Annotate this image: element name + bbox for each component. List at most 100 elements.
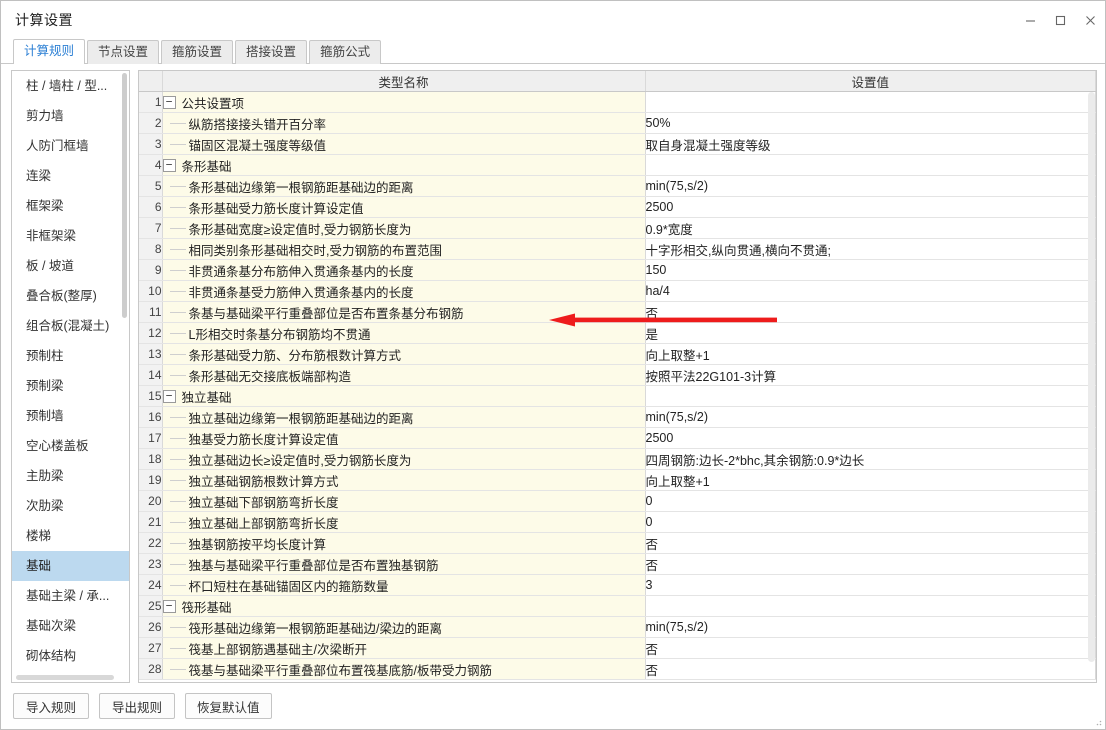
row-type-name-cell[interactable]: 条形基础边缘第一根钢筋距基础边的距离: [162, 175, 646, 197]
row-value-cell[interactable]: 0: [645, 511, 1096, 533]
sidebar-vertical-scrollbar[interactable]: [122, 73, 127, 318]
collapse-toggle-icon[interactable]: −: [162, 389, 176, 403]
import-rules-button[interactable]: 导入规则: [13, 693, 89, 719]
row-type-name-cell[interactable]: 独立基础下部钢筋弯折长度: [162, 490, 646, 512]
table-row[interactable]: 19 独立基础钢筋根数计算方式 向上取整+1: [139, 469, 1096, 491]
table-row[interactable]: 4− 条形基础: [139, 154, 1096, 176]
row-value-cell[interactable]: 3: [645, 574, 1096, 596]
table-row[interactable]: 23 独基与基础梁平行重叠部位是否布置独基钢筋 否: [139, 553, 1096, 575]
row-value-cell[interactable]: 2500: [645, 427, 1096, 449]
row-value-cell[interactable]: 2500: [645, 196, 1096, 218]
table-row[interactable]: 9 非贯通条基分布筋伸入贯通条基内的长度 150: [139, 259, 1096, 281]
sidebar-item-12[interactable]: 空心楼盖板: [12, 431, 129, 461]
row-type-name-cell[interactable]: 非贯通条基分布筋伸入贯通条基内的长度: [162, 259, 646, 281]
row-type-name-cell[interactable]: − 条形基础: [162, 154, 646, 176]
row-value-cell[interactable]: 否: [645, 301, 1096, 323]
export-rules-button[interactable]: 导出规则: [99, 693, 175, 719]
tab-0[interactable]: 计算规则: [13, 39, 86, 64]
table-row[interactable]: 3 锚固区混凝土强度等级值 取自身混凝土强度等级: [139, 133, 1096, 155]
table-row[interactable]: 18 独立基础边长≥设定值时,受力钢筋长度为 四周钢筋:边长-2*bhc,其余钢筋:…: [139, 448, 1096, 470]
table-row[interactable]: 27 筏基上部钢筋遇基础主/次梁断开 否: [139, 637, 1096, 659]
sidebar-horizontal-scrollbar[interactable]: [16, 675, 114, 680]
sidebar-item-14[interactable]: 次肋梁: [12, 491, 129, 521]
row-value-cell[interactable]: 150: [645, 259, 1096, 281]
row-value-cell[interactable]: 四周钢筋:边长-2*bhc,其余钢筋:0.9*边长: [645, 448, 1096, 470]
tab-1[interactable]: 节点设置: [87, 40, 160, 64]
row-type-name-cell[interactable]: 条基与基础梁平行重叠部位是否布置条基分布钢筋: [162, 301, 646, 323]
row-type-name-cell[interactable]: 条形基础受力筋长度计算设定值: [162, 196, 646, 218]
row-value-cell[interactable]: 否: [645, 553, 1096, 575]
row-type-name-cell[interactable]: 非贯通条基受力筋伸入贯通条基内的长度: [162, 280, 646, 302]
table-row[interactable]: 6 条形基础受力筋长度计算设定值 2500: [139, 196, 1096, 218]
sidebar-item-16[interactable]: 基础: [12, 551, 129, 581]
row-value-cell[interactable]: 否: [645, 637, 1096, 659]
sidebar-item-10[interactable]: 预制梁: [12, 371, 129, 401]
row-type-name-cell[interactable]: 条形基础无交接底板端部构造: [162, 364, 646, 386]
table-row[interactable]: 20 独立基础下部钢筋弯折长度 0: [139, 490, 1096, 512]
sidebar-item-11[interactable]: 预制墙: [12, 401, 129, 431]
row-value-cell[interactable]: ha/4: [645, 280, 1096, 302]
row-type-name-cell[interactable]: − 筏形基础: [162, 595, 646, 617]
maximize-icon[interactable]: [1045, 1, 1075, 39]
row-type-name-cell[interactable]: 筏基与基础梁平行重叠部位布置筏基底筋/板带受力钢筋: [162, 658, 646, 680]
row-value-cell[interactable]: [645, 154, 1096, 176]
sidebar-item-15[interactable]: 楼梯: [12, 521, 129, 551]
row-type-name-cell[interactable]: 独基钢筋按平均长度计算: [162, 532, 646, 554]
row-value-cell[interactable]: min(75,s/2): [645, 175, 1096, 197]
table-row[interactable]: 17 独基受力筋长度计算设定值 2500: [139, 427, 1096, 449]
tab-2[interactable]: 箍筋设置: [161, 40, 234, 64]
table-row[interactable]: 25− 筏形基础: [139, 595, 1096, 617]
row-type-name-cell[interactable]: 纵筋搭接接头错开百分率: [162, 112, 646, 134]
row-type-name-cell[interactable]: 独立基础边缘第一根钢筋距基础边的距离: [162, 406, 646, 428]
row-type-name-cell[interactable]: 独立基础钢筋根数计算方式: [162, 469, 646, 491]
table-row[interactable]: 16 独立基础边缘第一根钢筋距基础边的距离 min(75,s/2): [139, 406, 1096, 428]
sidebar-item-1[interactable]: 剪力墙: [12, 101, 129, 131]
row-type-name-cell[interactable]: 杯口短柱在基础锚固区内的箍筋数量: [162, 574, 646, 596]
row-value-cell[interactable]: 按照平法22G101-3计算: [645, 364, 1096, 386]
table-row[interactable]: 13 条形基础受力筋、分布筋根数计算方式 向上取整+1: [139, 343, 1096, 365]
row-value-cell[interactable]: [645, 595, 1096, 617]
table-row[interactable]: 15− 独立基础: [139, 385, 1096, 407]
sidebar-item-3[interactable]: 连梁: [12, 161, 129, 191]
row-value-cell[interactable]: min(75,s/2): [645, 406, 1096, 428]
row-type-name-cell[interactable]: 独立基础上部钢筋弯折长度: [162, 511, 646, 533]
tab-3[interactable]: 搭接设置: [235, 40, 308, 64]
table-row[interactable]: 5 条形基础边缘第一根钢筋距基础边的距离 min(75,s/2): [139, 175, 1096, 197]
grid-vertical-scrollbar[interactable]: [1088, 92, 1095, 662]
row-type-name-cell[interactable]: − 独立基础: [162, 385, 646, 407]
table-row[interactable]: 28 筏基与基础梁平行重叠部位布置筏基底筋/板带受力钢筋 否: [139, 658, 1096, 680]
sidebar-item-7[interactable]: 叠合板(整厚): [12, 281, 129, 311]
row-type-name-cell[interactable]: 条形基础受力筋、分布筋根数计算方式: [162, 343, 646, 365]
table-row[interactable]: 21 独立基础上部钢筋弯折长度 0: [139, 511, 1096, 533]
sidebar-item-0[interactable]: 柱 / 墙柱 / 型...: [12, 71, 129, 101]
sidebar-item-18[interactable]: 基础次梁: [12, 611, 129, 641]
row-value-cell[interactable]: [645, 91, 1096, 113]
column-header-type-name[interactable]: 类型名称: [162, 71, 646, 92]
row-value-cell[interactable]: 取自身混凝土强度等级: [645, 133, 1096, 155]
table-row[interactable]: 26 筏形基础边缘第一根钢筋距基础边/梁边的距离 min(75,s/2): [139, 616, 1096, 638]
sidebar-item-9[interactable]: 预制柱: [12, 341, 129, 371]
sidebar-item-17[interactable]: 基础主梁 / 承...: [12, 581, 129, 611]
table-row[interactable]: 8 相同类别条形基础相交时,受力钢筋的布置范围 十字形相交,纵向贯通,横向不贯通;: [139, 238, 1096, 260]
row-type-name-cell[interactable]: 独基受力筋长度计算设定值: [162, 427, 646, 449]
row-type-name-cell[interactable]: L形相交时条基分布钢筋均不贯通: [162, 322, 646, 344]
row-type-name-cell[interactable]: 锚固区混凝土强度等级值: [162, 133, 646, 155]
sidebar-item-4[interactable]: 框架梁: [12, 191, 129, 221]
table-row[interactable]: 2 纵筋搭接接头错开百分率 50%: [139, 112, 1096, 134]
table-row[interactable]: 22 独基钢筋按平均长度计算 否: [139, 532, 1096, 554]
row-type-name-cell[interactable]: 筏基上部钢筋遇基础主/次梁断开: [162, 637, 646, 659]
sidebar-item-2[interactable]: 人防门框墙: [12, 131, 129, 161]
row-type-name-cell[interactable]: − 公共设置项: [162, 91, 646, 113]
row-value-cell[interactable]: 50%: [645, 112, 1096, 134]
collapse-toggle-icon[interactable]: −: [162, 158, 176, 172]
row-type-name-cell[interactable]: 独立基础边长≥设定值时,受力钢筋长度为: [162, 448, 646, 470]
row-type-name-cell[interactable]: 相同类别条形基础相交时,受力钢筋的布置范围: [162, 238, 646, 260]
restore-defaults-button[interactable]: 恢复默认值: [185, 693, 272, 719]
table-row[interactable]: 7 条形基础宽度≥设定值时,受力钢筋长度为 0.9*宽度: [139, 217, 1096, 239]
sidebar-item-19[interactable]: 砌体结构: [12, 641, 129, 671]
row-value-cell[interactable]: 0.9*宽度: [645, 217, 1096, 239]
column-header-index[interactable]: [139, 71, 163, 92]
column-header-setting-value[interactable]: 设置值: [645, 71, 1096, 92]
row-value-cell[interactable]: 是: [645, 322, 1096, 344]
row-value-cell[interactable]: 向上取整+1: [645, 343, 1096, 365]
